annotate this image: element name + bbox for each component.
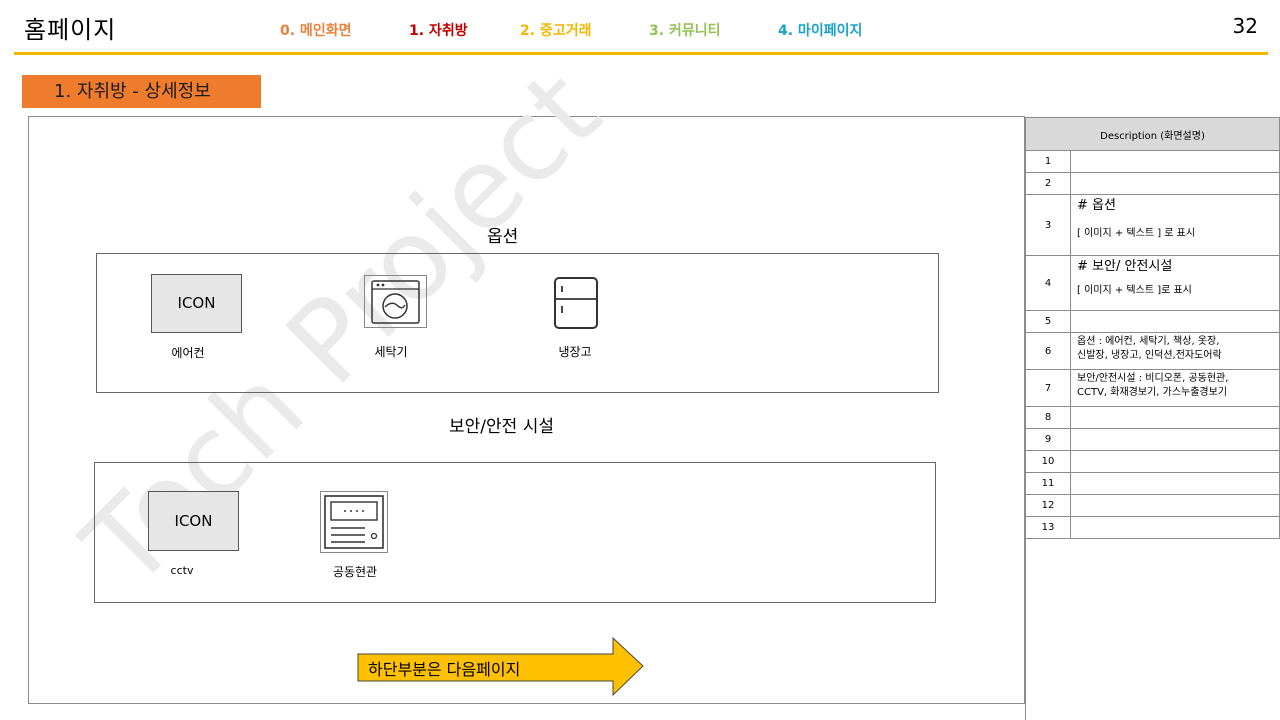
intercom-panel-icon	[320, 491, 388, 553]
row-text-line: 신발장, 냉장고, 인덕션,전자도어락	[1077, 350, 1222, 361]
table-row: 8	[1025, 406, 1280, 429]
row-number: 5	[1025, 310, 1071, 333]
table-row: 10	[1025, 450, 1280, 473]
row-text-line: # 보안/ 안전시설	[1077, 259, 1173, 274]
row-text	[1070, 450, 1280, 473]
row-text: 옵션 : 에어컨, 세탁기, 책상, 옷장, 신발장, 냉장고, 인덕션,전자도…	[1070, 332, 1280, 370]
row-text	[1070, 172, 1280, 195]
table-row: 3 # 옵션 [ 이미지 + 텍스트 ] 로 표시	[1025, 194, 1280, 256]
table-row: 7 보안/안전시설 : 비디오폰, 공동현관, CCTV, 화재경보기, 가스누…	[1025, 369, 1280, 407]
table-row: 2	[1025, 172, 1280, 195]
row-text	[1070, 494, 1280, 517]
table-row: 5	[1025, 310, 1280, 333]
nav-main[interactable]: 0. 메인화면	[280, 20, 351, 40]
row-number: 2	[1025, 172, 1071, 195]
row-text-line: 옵션 : 에어컨, 세탁기, 책상, 옷장,	[1077, 336, 1220, 347]
table-row: 12	[1025, 494, 1280, 517]
aircon-icon-placeholder: ICON	[151, 274, 242, 333]
nav-rooms[interactable]: 1. 자취방	[409, 20, 468, 40]
description-column-border	[1025, 537, 1280, 720]
row-text	[1070, 150, 1280, 173]
row-text	[1070, 310, 1280, 333]
row-text: 보안/안전시설 : 비디오폰, 공동현관, CCTV, 화재경보기, 가스누출경…	[1070, 369, 1280, 407]
row-number: 12	[1025, 494, 1071, 517]
row-text-line: [ 이미지 + 텍스트 ] 로 표시	[1077, 228, 1196, 239]
header-divider	[14, 52, 1268, 55]
table-row: 1	[1025, 150, 1280, 173]
row-text-line: [ 이미지 + 텍스트 ]로 표시	[1077, 285, 1192, 296]
security-heading: 보안/안전 시설	[449, 417, 554, 437]
row-text: # 옵션 [ 이미지 + 텍스트 ] 로 표시	[1070, 194, 1280, 256]
nav-community[interactable]: 3. 커뮤니티	[649, 20, 720, 40]
next-page-label: 하단부분은 다음페이지	[368, 660, 521, 679]
table-row: 9	[1025, 428, 1280, 451]
page-title: 홈페이지	[24, 16, 117, 44]
row-text-line: 보안/안전시설 : 비디오폰, 공동현관,	[1077, 373, 1229, 384]
row-number: 11	[1025, 472, 1071, 495]
table-row: 11	[1025, 472, 1280, 495]
cctv-icon-placeholder: ICON	[148, 491, 239, 551]
row-text	[1070, 406, 1280, 429]
description-header-row: Description (화면설명)	[1025, 117, 1280, 151]
aircon-caption: 에어컨	[171, 346, 205, 360]
row-text	[1070, 428, 1280, 451]
row-text-line: # 옵션	[1077, 198, 1116, 213]
row-number: 6	[1025, 332, 1071, 370]
cctv-caption: cctv	[170, 564, 194, 577]
options-heading: 옵션	[487, 227, 519, 247]
row-number: 4	[1025, 255, 1071, 311]
row-text	[1070, 472, 1280, 495]
refrigerator-caption: 냉장고	[558, 345, 592, 359]
description-header: Description (화면설명)	[1025, 117, 1280, 151]
refrigerator-icon	[553, 276, 599, 330]
nav-mypage[interactable]: 4. 마이페이지	[778, 20, 862, 40]
description-table: Description (화면설명) 1 2 3 # 옵션 [ 이미지 + 텍스…	[1025, 117, 1280, 539]
table-row: 4 # 보안/ 안전시설 [ 이미지 + 텍스트 ]로 표시	[1025, 255, 1280, 311]
section-badge: 1. 자취방 - 상세정보	[22, 75, 261, 108]
row-number: 13	[1025, 516, 1071, 539]
row-number: 7	[1025, 369, 1071, 407]
nav-used-trade[interactable]: 2. 중고거래	[520, 20, 591, 40]
row-number: 1	[1025, 150, 1071, 173]
common-entrance-caption: 공동현관	[332, 565, 378, 579]
washing-machine-caption: 세탁기	[374, 345, 408, 359]
row-number: 8	[1025, 406, 1071, 429]
table-row: 6 옵션 : 에어컨, 세탁기, 책상, 옷장, 신발장, 냉장고, 인덕션,전…	[1025, 332, 1280, 370]
row-number: 3	[1025, 194, 1071, 256]
row-text-line: CCTV, 화재경보기, 가스누출경보기	[1077, 387, 1228, 398]
page-number: 32	[1232, 14, 1258, 38]
row-number: 9	[1025, 428, 1071, 451]
row-number: 10	[1025, 450, 1071, 473]
row-text: # 보안/ 안전시설 [ 이미지 + 텍스트 ]로 표시	[1070, 255, 1280, 311]
washing-machine-icon	[364, 275, 427, 328]
row-text	[1070, 516, 1280, 539]
table-row: 13	[1025, 516, 1280, 539]
